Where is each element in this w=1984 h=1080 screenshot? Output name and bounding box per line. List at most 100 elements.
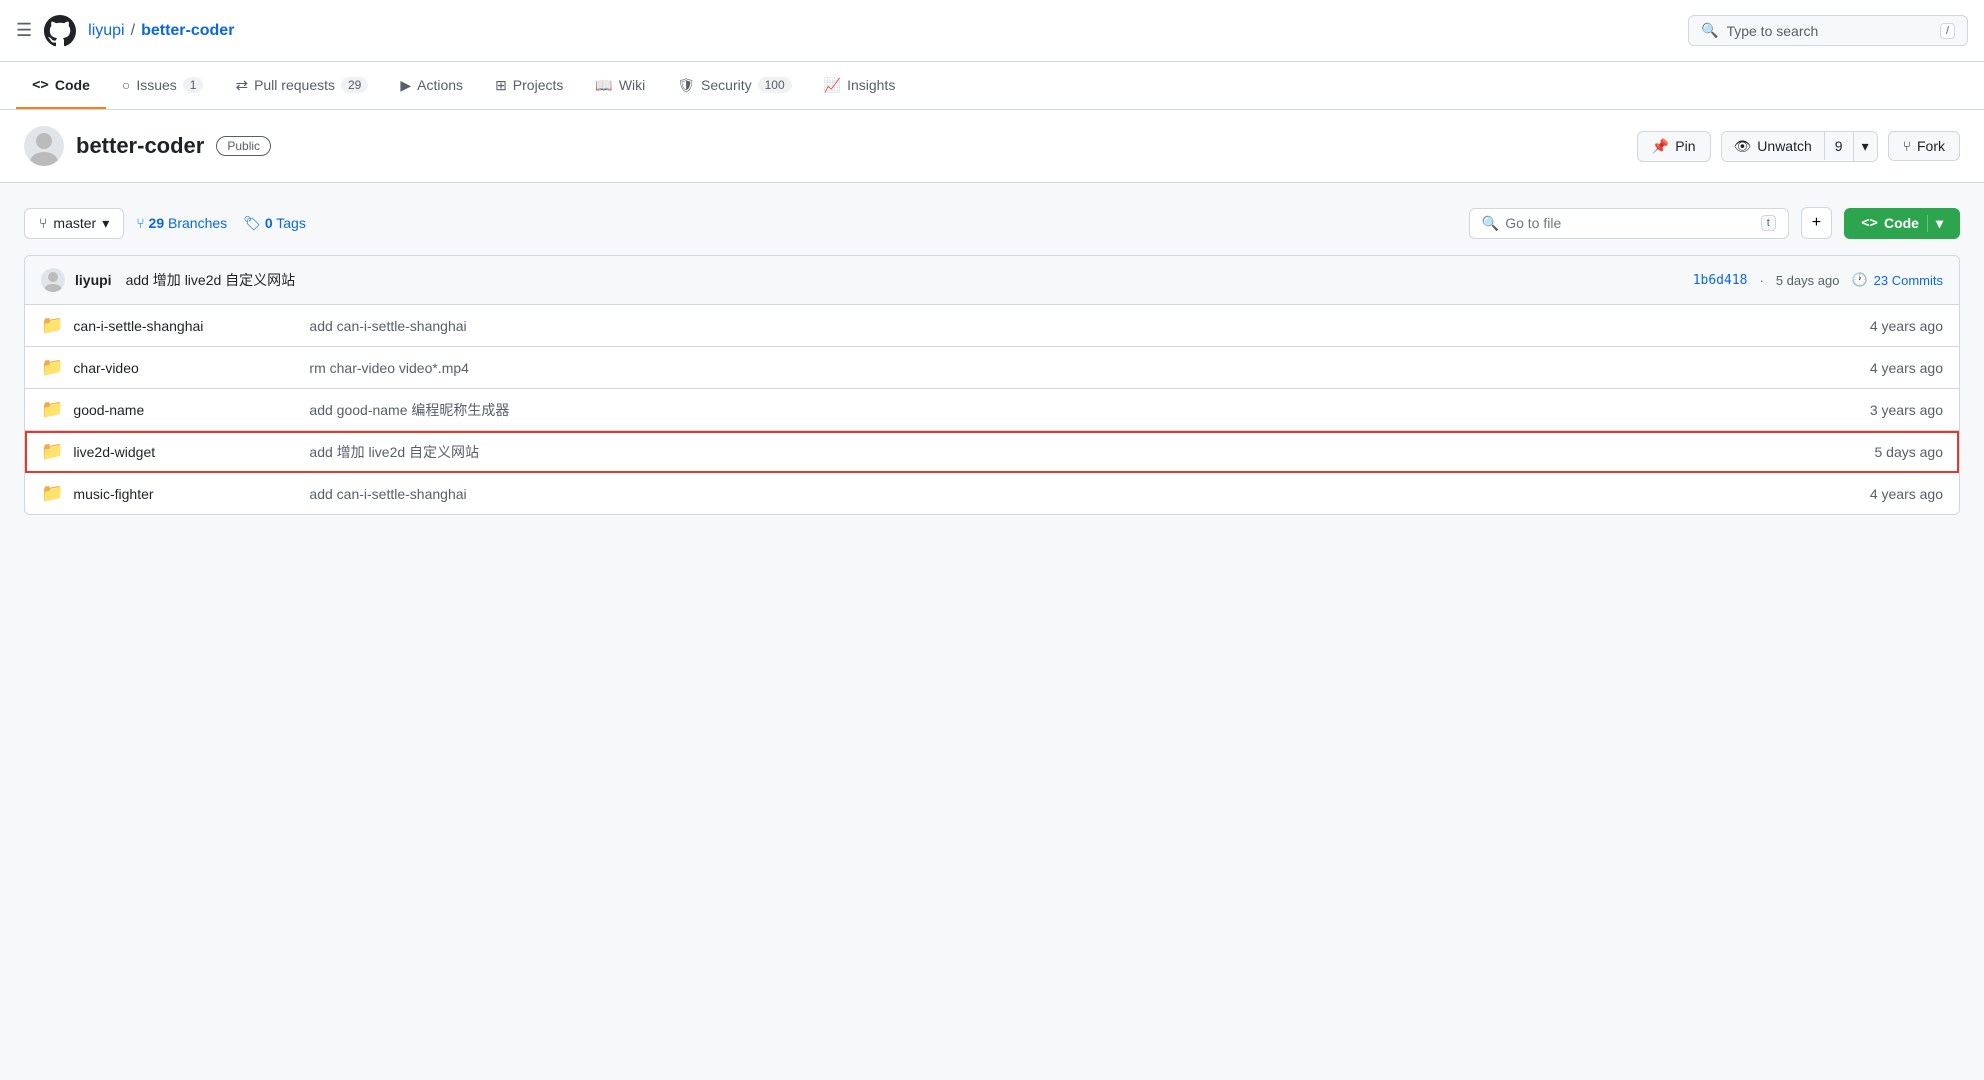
file-name-link[interactable]: live2d-widget (73, 444, 155, 460)
wiki-tab-icon: 📖 (595, 77, 612, 94)
code-dropdown-icon: ▾ (1927, 215, 1943, 232)
repo-actions: 📌 Pin 👁 Unwatch 9 ▾ ⑂ Fork (1637, 131, 1960, 162)
branches-link[interactable]: ⑂ 29 Branches (136, 215, 227, 231)
commit-message: add 增加 live2d 自定义网站 (126, 270, 296, 290)
file-commit-message: rm char-video video*.mp4 (293, 360, 1843, 376)
file-name: char-video (73, 360, 293, 376)
file-name-link[interactable]: music-fighter (73, 486, 153, 502)
tab-issues[interactable]: ○ Issues 1 (106, 63, 220, 109)
table-row[interactable]: 📁 char-video rm char-video video*.mp4 4 … (25, 347, 1959, 389)
commit-separator: · (1760, 273, 1764, 288)
issues-tab-icon: ○ (122, 77, 130, 93)
repo-title-area: better-coder Public (24, 126, 271, 166)
table-row[interactable]: 📁 good-name add good-name 编程昵称生成器 3 year… (25, 389, 1959, 431)
tab-insights[interactable]: 📈 Insights (808, 63, 912, 110)
add-file-button[interactable]: + (1801, 207, 1832, 239)
repo-name-link[interactable]: better-coder (141, 22, 234, 40)
issues-badge: 1 (183, 77, 204, 93)
pr-badge: 29 (341, 77, 368, 93)
unwatch-button[interactable]: 👁 Unwatch (1722, 132, 1824, 161)
branch-meta: ⑂ 29 Branches 🏷 0 Tags (136, 215, 306, 232)
tab-security[interactable]: 🛡 Security 100 (661, 63, 807, 110)
tab-code[interactable]: <> Code (16, 63, 106, 109)
file-time: 4 years ago (1843, 486, 1943, 502)
insights-tab-label: Insights (847, 77, 895, 93)
visibility-badge: Public (216, 136, 271, 156)
search-shortcut: / (1940, 23, 1955, 39)
code-tab-icon: <> (32, 77, 49, 93)
fork-button[interactable]: ⑂ Fork (1888, 131, 1960, 161)
unwatch-count[interactable]: 9 (1824, 132, 1853, 160)
file-name: live2d-widget (73, 444, 293, 460)
issues-tab-label: Issues (136, 77, 176, 93)
file-commit-message: add good-name 编程昵称生成器 (293, 400, 1843, 420)
code-icon: <> (1861, 215, 1878, 231)
table-row[interactable]: 📁 can-i-settle-shanghai add can-i-settle… (25, 305, 1959, 347)
tags-link[interactable]: 🏷 0 Tags (243, 215, 306, 232)
repo-owner-link[interactable]: liyupi (88, 22, 124, 40)
tab-actions[interactable]: ▶ Actions (384, 63, 479, 110)
commit-author[interactable]: liyupi (75, 272, 112, 288)
file-name-link[interactable]: can-i-settle-shanghai (73, 318, 203, 334)
search-placeholder-text: Type to search (1726, 23, 1932, 39)
unwatch-dropdown[interactable]: ▾ (1853, 132, 1877, 161)
code-button[interactable]: <> Code ▾ (1844, 208, 1960, 239)
security-badge: 100 (758, 77, 792, 93)
go-to-file-box[interactable]: 🔍 t (1469, 208, 1789, 239)
tab-wiki[interactable]: 📖 Wiki (579, 63, 661, 110)
go-to-file-input[interactable] (1505, 215, 1761, 231)
file-name: can-i-settle-shanghai (73, 318, 293, 334)
file-rows-container: 📁 can-i-settle-shanghai add can-i-settle… (25, 305, 1959, 514)
repo-header: better-coder Public 📌 Pin 👁 Unwatch 9 ▾ … (0, 110, 1984, 183)
commits-history-link[interactable]: 🕐 23 Commits (1851, 272, 1943, 288)
repo-nav: <> Code ○ Issues 1 ⇄ Pull requests 29 ▶ … (0, 62, 1984, 110)
commit-avatar (41, 268, 65, 292)
branch-bar: ⑂ master ▾ ⑂ 29 Branches 🏷 0 Tags 🔍 t + … (24, 207, 1960, 239)
table-row[interactable]: 📁 music-fighter add can-i-settle-shangha… (25, 473, 1959, 514)
commit-row: liyupi add 增加 live2d 自定义网站 1b6d418 · 5 d… (25, 256, 1959, 305)
branch-name: master (53, 215, 96, 231)
branch-meta-icon: ⑂ (136, 215, 144, 231)
search-icon: 🔍 (1482, 215, 1499, 232)
file-name-link[interactable]: good-name (73, 402, 144, 418)
top-nav: ☰ liyupi / better-coder 🔍 Type to search… (0, 0, 1984, 62)
commit-time: 5 days ago (1776, 273, 1840, 288)
tag-icon: 🏷 (243, 215, 261, 231)
file-time: 4 years ago (1843, 360, 1943, 376)
projects-tab-icon: ⊞ (495, 77, 507, 94)
folder-icon: 📁 (41, 399, 63, 420)
table-row[interactable]: 📁 live2d-widget add 增加 live2d 自定义网站 5 da… (25, 431, 1959, 473)
hamburger-icon[interactable]: ☰ (16, 20, 32, 41)
commit-hash[interactable]: 1b6d418 (1693, 273, 1748, 288)
github-logo-icon (44, 15, 76, 47)
tab-pull-requests[interactable]: ⇄ Pull requests 29 (219, 62, 384, 110)
pr-tab-label: Pull requests (254, 77, 335, 93)
branch-selector[interactable]: ⑂ master ▾ (24, 208, 124, 239)
commit-meta: 1b6d418 · 5 days ago 🕐 23 Commits (1693, 272, 1943, 288)
goto-shortcut: t (1761, 215, 1776, 231)
file-name: good-name (73, 402, 293, 418)
file-table: liyupi add 增加 live2d 自定义网站 1b6d418 · 5 d… (24, 255, 1960, 515)
actions-tab-icon: ▶ (400, 77, 411, 94)
fork-icon: ⑂ (1903, 138, 1911, 154)
breadcrumb-separator: / (131, 22, 135, 40)
file-name-link[interactable]: char-video (73, 360, 138, 376)
tab-projects[interactable]: ⊞ Projects (479, 63, 579, 110)
file-commit-message: add can-i-settle-shanghai (293, 486, 1843, 502)
repo-breadcrumb: liyupi / better-coder (88, 22, 1676, 40)
repo-title: better-coder (76, 133, 204, 159)
pr-tab-icon: ⇄ (235, 76, 248, 94)
code-tab-label: Code (55, 77, 90, 93)
search-box[interactable]: 🔍 Type to search / (1688, 15, 1968, 46)
pin-button[interactable]: 📌 Pin (1637, 131, 1711, 162)
branch-icon: ⑂ (39, 215, 47, 231)
pin-icon: 📌 (1652, 138, 1669, 155)
file-time: 4 years ago (1843, 318, 1943, 334)
file-name: music-fighter (73, 486, 293, 502)
folder-icon: 📁 (41, 357, 63, 378)
eye-icon: 👁 (1734, 138, 1752, 155)
actions-tab-label: Actions (417, 77, 463, 93)
insights-tab-icon: 📈 (824, 77, 841, 94)
commits-count-label: 23 Commits (1874, 273, 1943, 288)
folder-icon: 📁 (41, 483, 63, 504)
